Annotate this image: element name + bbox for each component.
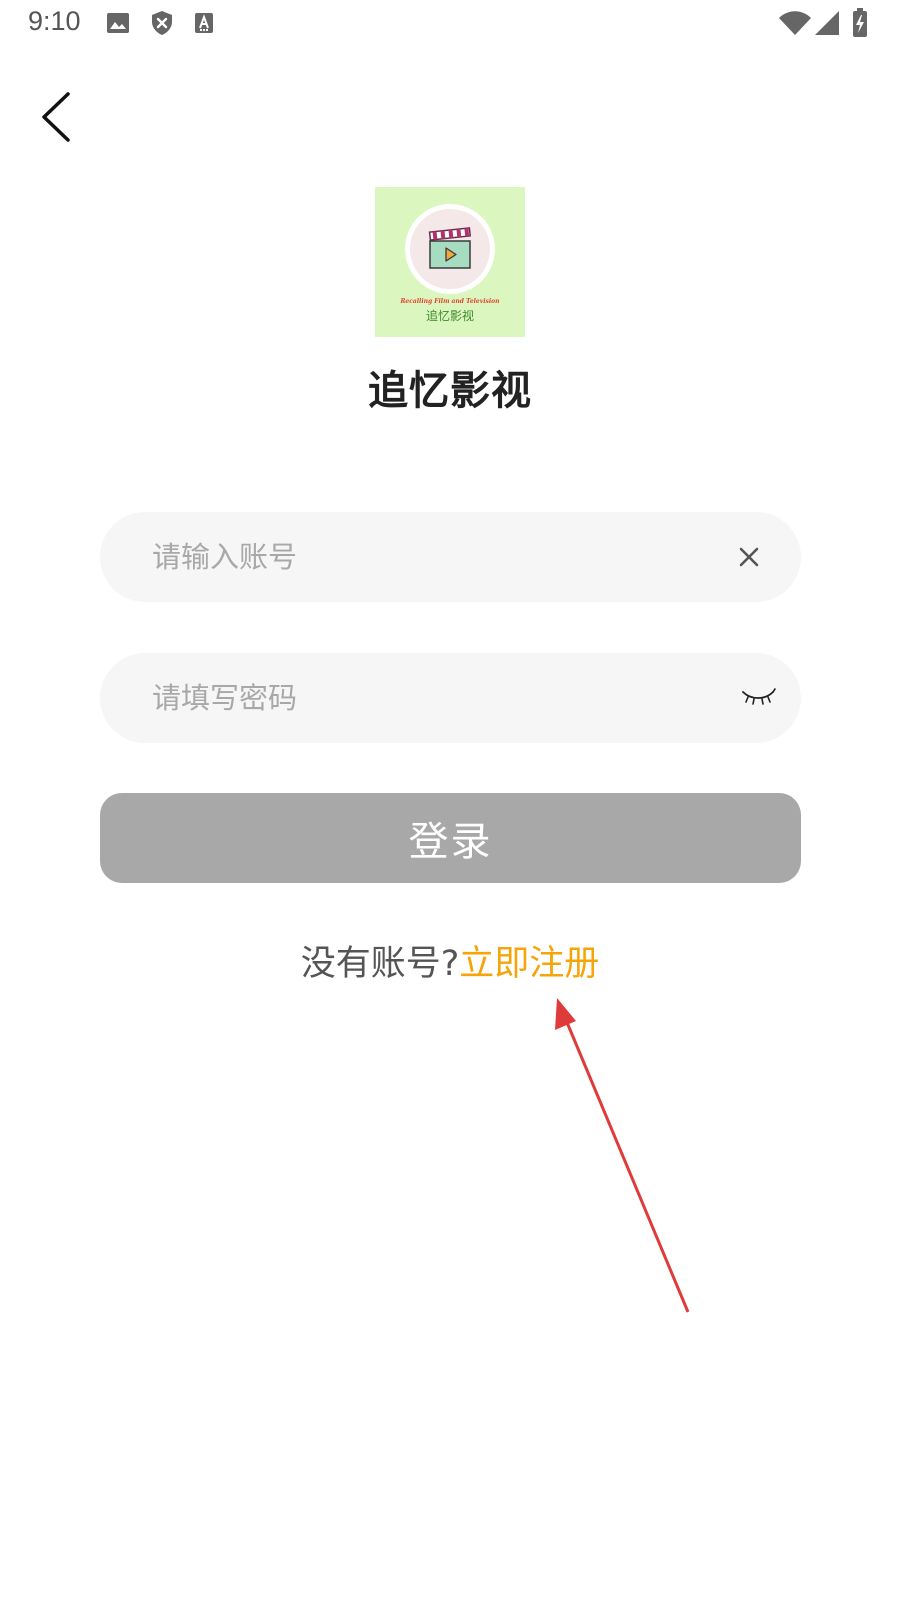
account-input[interactable] [152,512,712,602]
register-row: 没有账号?立即注册 [0,935,900,986]
register-link[interactable]: 立即注册 [459,944,599,984]
signal-icon [815,11,839,35]
wifi-icon [779,11,811,35]
register-prompt: 没有账号? [300,944,460,984]
status-time: 9:10 [28,6,81,36]
chevron-left-icon [42,92,70,142]
account-field [100,512,801,602]
login-screen: 9:10 Recalling Film and Television 追忆影视 … [0,0,900,1600]
logo-caption-cn: 追忆影视 [425,309,474,323]
shield-icon [152,11,172,35]
back-button[interactable] [34,88,82,144]
clapperboard-icon [428,227,472,269]
app-title: 追忆影视 [368,368,532,414]
password-input[interactable] [152,653,712,743]
clear-icon[interactable] [734,542,764,572]
font-download-icon [195,13,213,33]
status-bar: 9:10 [0,0,900,48]
app-logo: Recalling Film and Television 追忆影视 [375,187,525,337]
logo-caption-en: Recalling Film and Television [400,298,500,305]
eye-closed-icon[interactable] [740,683,776,713]
password-field [100,653,801,743]
login-button[interactable]: 登录 [100,793,801,883]
battery-charging-icon [853,8,867,37]
image-icon [107,13,129,33]
